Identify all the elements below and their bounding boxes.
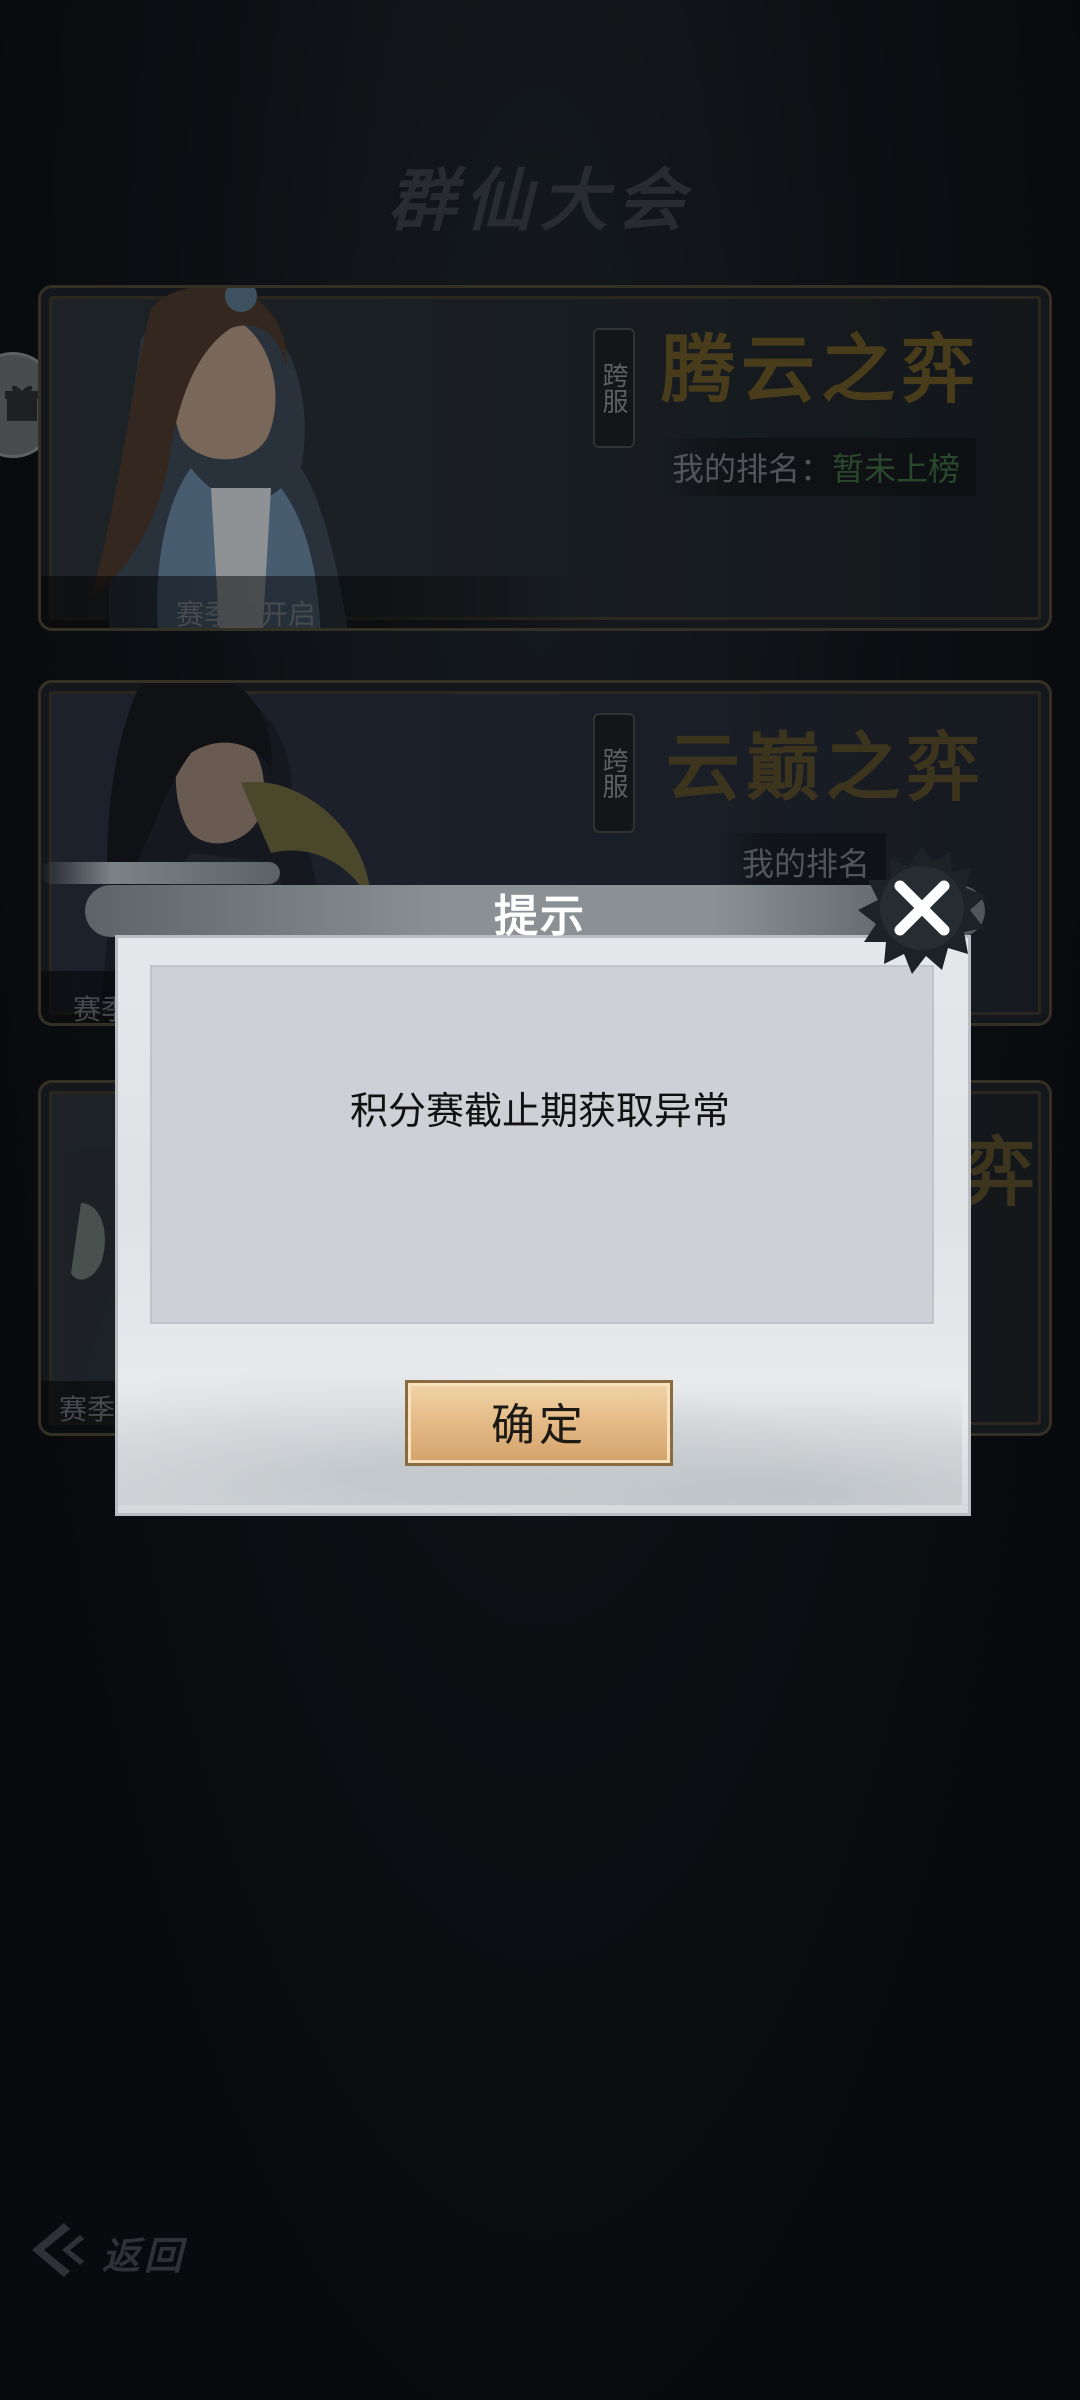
back-arrow-icon xyxy=(32,2223,84,2277)
close-icon xyxy=(858,846,986,974)
close-button[interactable] xyxy=(852,838,992,978)
alert-dialog: 提示 积分赛截止期获取异常 确定 xyxy=(0,0,1080,2400)
dialog-message-panel xyxy=(150,965,934,1324)
back-label: 返回 xyxy=(102,2233,187,2278)
confirm-button[interactable]: 确定 xyxy=(405,1380,673,1466)
dialog-message: 积分赛截止期获取异常 xyxy=(349,1089,730,1133)
